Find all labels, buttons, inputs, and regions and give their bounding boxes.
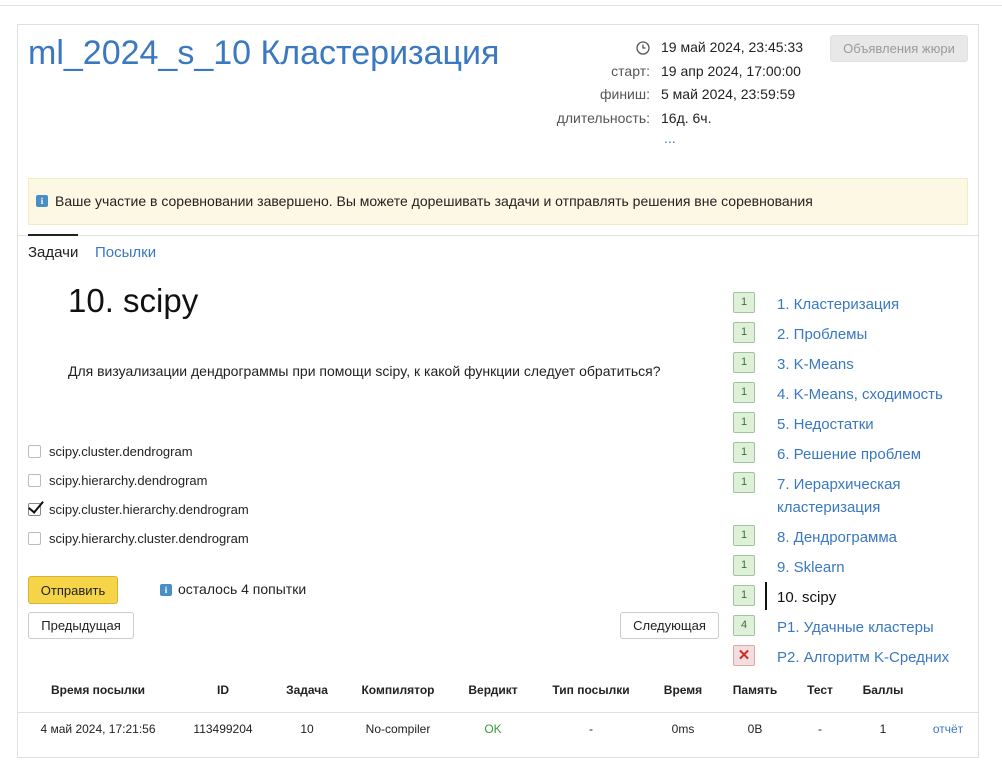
duration-value: 16д. 6ч. [661, 109, 712, 126]
cell-type: - [589, 722, 593, 736]
column-header-time: Время посылки [50, 683, 146, 697]
score-badge: 1 [733, 412, 755, 433]
jury-announcements-button[interactable]: Объявления жюри [830, 35, 968, 62]
problem-link[interactable]: 4. K-Means, сходимость [777, 383, 967, 406]
score-badge: 4 [733, 615, 755, 636]
tabs-divider [17, 235, 979, 236]
current-problem-indicator [765, 582, 767, 610]
problem-link[interactable]: 6. Решение проблем [777, 443, 967, 466]
duration-label: длительность: [556, 109, 650, 126]
top-divider [0, 5, 1002, 6]
alert-text: Ваше участие в соревновании завершено. В… [55, 193, 813, 209]
contest-title: ml_2024_s_10 Кластеризация [28, 34, 500, 72]
problem-question: Для визуализации дендрограммы при помощи… [68, 363, 661, 379]
column-header-run-time: Время [663, 683, 703, 697]
answer-option[interactable]: scipy.hierarchy.cluster.dendrogram [28, 530, 249, 548]
score-badge: 1 [733, 555, 755, 576]
option-label: scipy.hierarchy.dendrogram [49, 473, 208, 488]
score-badge: 1 [733, 292, 755, 313]
problem-link[interactable]: 3. K-Means [777, 353, 967, 376]
clock-row [557, 38, 650, 62]
clock-icon [636, 41, 650, 55]
score-badge: 1 [733, 382, 755, 403]
participation-alert: i Ваше участие в соревновании завершено.… [28, 178, 968, 225]
answer-option[interactable]: scipy.hierarchy.dendrogram [28, 472, 207, 490]
cell-compiler: No-compiler [365, 722, 431, 736]
info-icon: i [160, 584, 172, 596]
score-badge: 1 [733, 442, 755, 463]
finish-value: 5 май 2024, 23:59:59 [661, 86, 796, 102]
tab-problems[interactable]: Задачи [28, 244, 78, 261]
checkbox[interactable] [28, 532, 41, 546]
option-label: scipy.cluster.dendrogram [49, 444, 193, 459]
column-header-type: Тип посылки [552, 683, 630, 697]
answer-option[interactable]: scipy.cluster.dendrogram [28, 443, 193, 461]
column-header-memory: Память [732, 683, 778, 697]
problem-title: 10. scipy [68, 282, 199, 319]
start-label: старт: [611, 62, 650, 79]
problem-link-current[interactable]: 10. scipy [777, 586, 967, 609]
checkbox-checked[interactable] [28, 503, 41, 517]
column-header-test: Тест [807, 683, 833, 697]
problem-link[interactable]: 8. Дендрограмма [777, 526, 967, 549]
cell-time: 4 май 2024, 17:21:56 [40, 722, 156, 736]
current-time: 19 май 2024, 23:45:33 [661, 39, 804, 55]
submit-button[interactable]: Отправить [28, 576, 118, 604]
score-badge: 1 [733, 352, 755, 373]
contest-meta-values: 19 май 2024, 23:45:33 19 апр 2024, 17:00… [661, 38, 803, 132]
table-header-divider [17, 712, 979, 713]
cell-test: - [818, 722, 822, 736]
score-badge: 1 [733, 525, 755, 546]
option-label: scipy.cluster.hierarchy.dendrogram [49, 502, 249, 517]
column-header-task: Задача [286, 683, 328, 697]
problem-link[interactable]: 2. Проблемы [777, 323, 967, 346]
cross-icon: ✕ [733, 645, 755, 666]
cell-task: 10 [300, 722, 314, 736]
table-bottom-divider [17, 757, 979, 758]
tab-submissions[interactable]: Посылки [95, 244, 156, 261]
cell-id: 113499204 [193, 722, 253, 736]
previous-problem-button[interactable]: Предыдущая [28, 612, 134, 639]
active-tab-indicator [28, 234, 78, 236]
problem-link[interactable]: 5. Недостатки [777, 413, 967, 436]
problem-link[interactable]: 9. Sklearn [777, 556, 967, 579]
start-value: 19 апр 2024, 17:00:00 [661, 62, 801, 79]
attempts-text: осталось 4 попытки [178, 581, 307, 597]
info-icon: i [36, 195, 48, 207]
score-badge: 1 [733, 322, 755, 343]
problem-link[interactable]: P2. Алгоритм K-Средних [777, 646, 967, 669]
cell-verdict: OK [484, 722, 502, 736]
contest-meta-labels: старт: финиш: длительность: [557, 38, 650, 132]
score-badge: 1 [733, 585, 755, 606]
option-label: scipy.hierarchy.cluster.dendrogram [49, 531, 249, 546]
next-problem-button[interactable]: Следующая [620, 612, 719, 639]
column-header-score: Баллы [862, 683, 904, 697]
attempts-remaining: i осталось 4 попытки [160, 581, 306, 597]
cell-run-time: 0ms [671, 722, 695, 736]
answer-option[interactable]: scipy.cluster.hierarchy.dendrogram [28, 501, 249, 519]
checkbox[interactable] [28, 474, 41, 488]
problem-link[interactable]: 1. Кластеризация [777, 293, 967, 316]
score-badge: 1 [733, 472, 755, 493]
more-info-link[interactable]: ... [664, 130, 676, 146]
cell-memory: 0B [747, 722, 763, 736]
problem-link[interactable]: 7. Иерархическая кластеризация [777, 473, 967, 519]
column-header-verdict: Вердикт [468, 683, 518, 697]
problem-link[interactable]: P1. Удачные кластеры [777, 616, 967, 639]
cell-score: 1 [879, 722, 887, 736]
column-header-compiler: Компилятор [361, 683, 435, 697]
finish-label: финиш: [599, 86, 650, 102]
checkbox[interactable] [28, 445, 41, 459]
report-link[interactable]: отчёт [925, 722, 971, 736]
column-header-id: ID [217, 683, 229, 697]
